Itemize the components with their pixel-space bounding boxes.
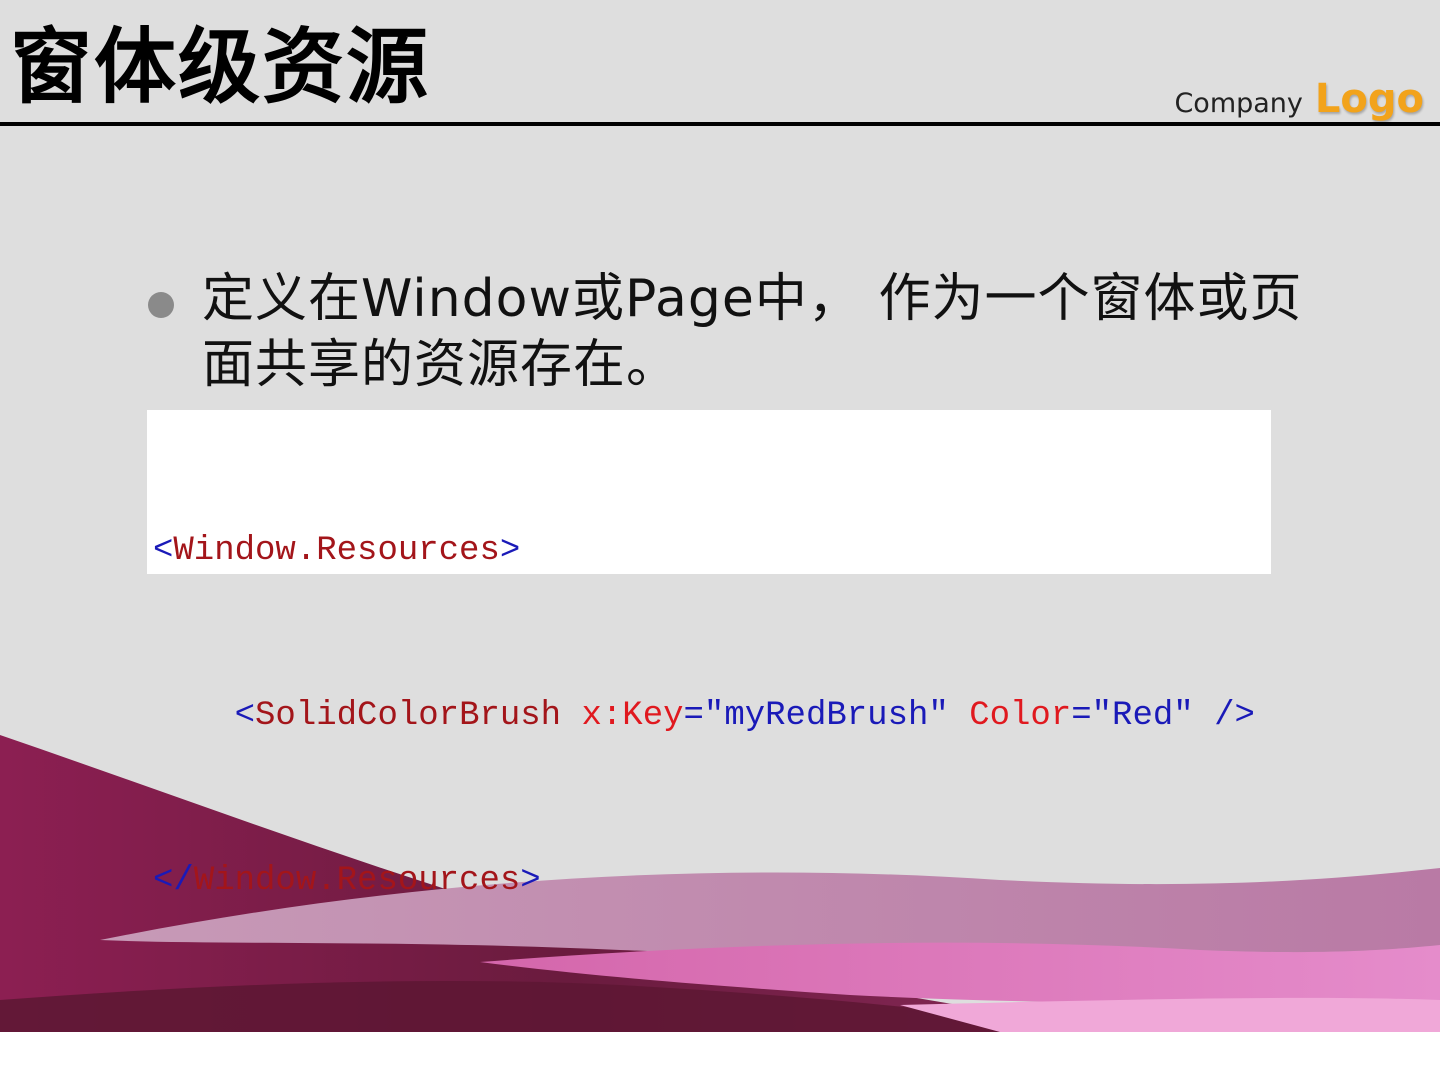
code-line-1: <Window.Resources> (153, 532, 521, 570)
company-label: Company (1174, 88, 1303, 119)
bullet-icon (148, 292, 174, 318)
bullet-text: 定义在Window或Page中， 作为一个窗体或页面共享的资源存在。 (202, 269, 1303, 395)
logo-label: Logo (1314, 76, 1424, 122)
code-line-2: <SolidColorBrush x:Key="myRedBrush" Colo… (234, 697, 1255, 735)
code-snippet: <Window.Resources> <SolidColorBrush x:Ke… (147, 410, 1271, 900)
company-logo: Company Logo (1174, 76, 1424, 126)
slide: 窗体级资源 Company Logo 定义在Window或Page中， 作为一个… (0, 0, 1440, 1032)
code-line-3: </Window.Resources> (153, 862, 541, 900)
title-divider (0, 122, 1440, 126)
slide-title: 窗体级资源 (10, 20, 431, 115)
